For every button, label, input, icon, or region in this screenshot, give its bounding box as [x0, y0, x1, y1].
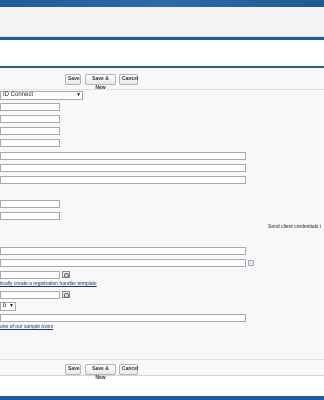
save-and-new-button[interactable]: Save & New	[85, 74, 116, 91]
provider-type-select[interactable]: ID Connect ▼	[0, 91, 83, 100]
token-issuer-field[interactable]	[0, 200, 60, 208]
sample-icons-link[interactable]: one of our sample icons	[0, 324, 53, 330]
url-suffix-field[interactable]	[0, 115, 60, 123]
cancel-button[interactable]: Cancel	[119, 364, 138, 375]
top-button-row: Save Save & New Cancel	[0, 70, 324, 91]
consumer-key-field[interactable]	[0, 127, 60, 135]
chevron-down-icon: ▼	[9, 303, 14, 309]
header-band	[0, 7, 324, 37]
create-registration-handler-link[interactable]: tically create a registration handler te…	[0, 281, 97, 287]
user-info-endpoint-field[interactable]	[0, 176, 246, 184]
cancel-button[interactable]: Cancel	[119, 74, 138, 85]
top-header-strip	[0, 0, 324, 7]
name-field[interactable]	[0, 103, 60, 111]
info-icon[interactable]: i	[248, 260, 254, 266]
icon-url-field[interactable]	[0, 314, 246, 322]
provider-type-value: ID Connect	[3, 92, 34, 98]
bottom-button-row: Save Save & New Cancel	[0, 359, 324, 381]
token-endpoint-field[interactable]	[0, 164, 246, 172]
authorize-endpoint-field[interactable]	[0, 152, 246, 160]
lookup-icon[interactable]	[62, 291, 70, 298]
save-button[interactable]: Save	[65, 74, 81, 85]
registration-handler-field[interactable]	[0, 271, 60, 279]
default-scopes-field[interactable]	[0, 212, 60, 220]
consumer-secret-field[interactable]	[0, 139, 60, 147]
edit-form-panel: Save Save & New Cancel ID Connect ▼ Send…	[0, 66, 324, 381]
small-select-value: b	[3, 303, 7, 309]
save-and-new-button[interactable]: Save & New	[85, 364, 116, 381]
header-divider	[0, 37, 324, 40]
chevron-down-icon: ▼	[76, 92, 81, 98]
custom-error-url-field[interactable]	[0, 247, 246, 255]
send-credentials-label: Send client credentials i	[268, 224, 321, 230]
lookup-icon[interactable]	[62, 271, 70, 278]
execute-as-field[interactable]	[0, 291, 60, 299]
save-button[interactable]: Save	[65, 364, 81, 375]
small-select[interactable]: b ▼	[0, 302, 16, 311]
footer-divider	[0, 396, 324, 400]
custom-logout-url-field[interactable]	[0, 259, 246, 267]
